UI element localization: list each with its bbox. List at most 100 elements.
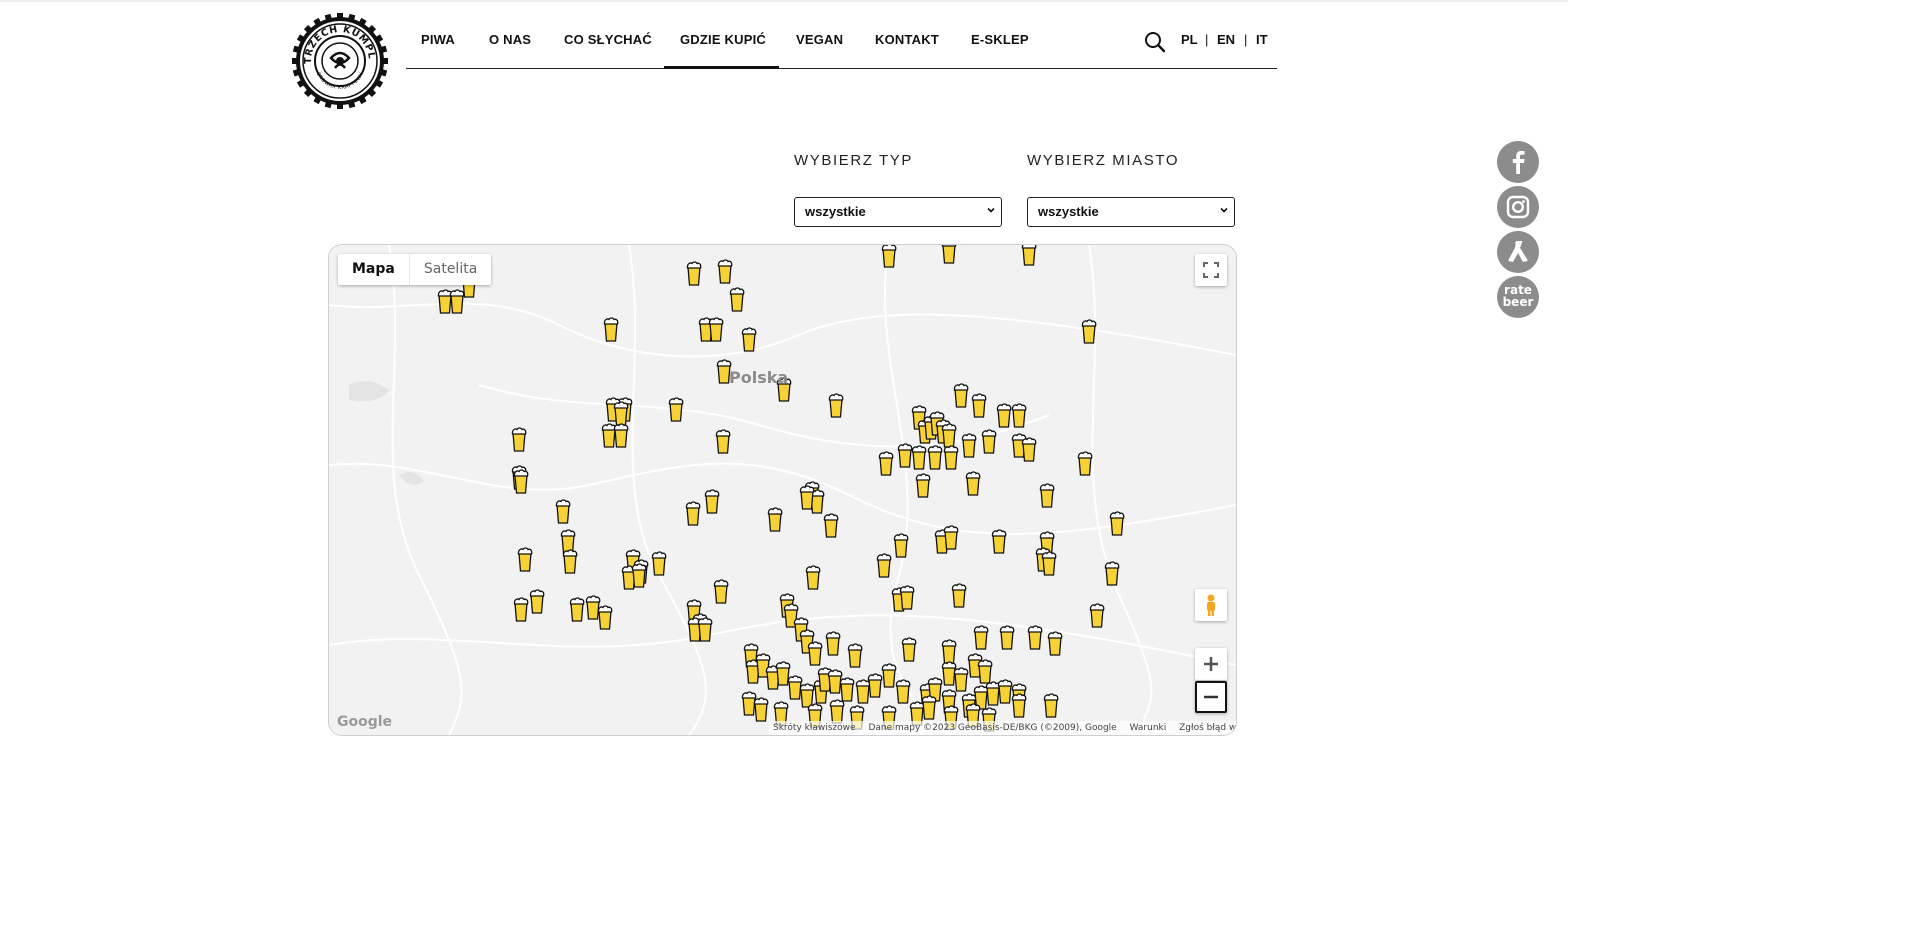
- nav-item-kontakt[interactable]: KONTAKT: [875, 32, 939, 47]
- type-select[interactable]: wszystkie: [794, 197, 1002, 227]
- beer-glass-marker[interactable]: [1043, 693, 1059, 718]
- beer-glass-marker[interactable]: [943, 445, 959, 470]
- beer-glass-marker[interactable]: [965, 471, 981, 496]
- beer-glass-marker[interactable]: [1027, 625, 1043, 650]
- beer-glass-marker[interactable]: [951, 583, 967, 608]
- zoom-out-button[interactable]: [1195, 681, 1227, 713]
- beer-glass-marker[interactable]: [668, 397, 684, 422]
- beer-glass-marker[interactable]: [927, 445, 943, 470]
- brewery-logo[interactable]: TRZECH KUMPLI BROWAR KRAFTOWY: [289, 4, 389, 110]
- beer-glass-marker[interactable]: [881, 245, 897, 268]
- beer-glass-marker[interactable]: [715, 429, 731, 454]
- beer-glass-marker[interactable]: [1011, 693, 1027, 718]
- beer-glass-marker[interactable]: [799, 683, 815, 708]
- beer-glass-marker[interactable]: [991, 529, 1007, 554]
- nav-item-co-slychac[interactable]: CO SŁYCHAĆ: [564, 32, 652, 47]
- beer-glass-marker[interactable]: [901, 637, 917, 662]
- beer-glass-marker[interactable]: [529, 589, 545, 614]
- ratebeer-link[interactable]: rate beer: [1497, 276, 1539, 318]
- untappd-link[interactable]: [1497, 231, 1539, 273]
- beer-glass-marker[interactable]: [697, 617, 713, 642]
- beer-glass-marker[interactable]: [741, 327, 757, 352]
- street-view-button[interactable]: [1195, 589, 1227, 621]
- beer-glass-marker[interactable]: [1109, 511, 1125, 536]
- beer-glass-marker[interactable]: [953, 667, 969, 692]
- beer-glass-marker[interactable]: [767, 507, 783, 532]
- beer-glass-marker[interactable]: [1081, 319, 1097, 344]
- beer-glass-marker[interactable]: [513, 469, 529, 494]
- zoom-in-button[interactable]: [1195, 648, 1227, 680]
- beer-glass-marker[interactable]: [953, 383, 969, 408]
- search-icon[interactable]: [1144, 31, 1166, 53]
- beer-glass-marker[interactable]: [1021, 437, 1037, 462]
- beer-glass-marker[interactable]: [511, 427, 527, 452]
- beer-glass-marker[interactable]: [708, 317, 724, 342]
- lang-it[interactable]: IT: [1256, 32, 1268, 47]
- beer-glass-marker[interactable]: [569, 597, 585, 622]
- nav-item-o-nas[interactable]: O NAS: [489, 32, 531, 47]
- beer-glass-marker[interactable]: [799, 485, 815, 510]
- store-map[interactable]: Mapa Satelita Polska Google Skróty klawi…: [328, 244, 1237, 736]
- nav-item-e-sklep[interactable]: E-SKLEP: [971, 32, 1029, 47]
- beer-glass-marker[interactable]: [560, 529, 576, 554]
- beer-glass-marker[interactable]: [941, 661, 957, 686]
- city-select[interactable]: wszystkie: [1027, 197, 1235, 227]
- beer-glass-marker[interactable]: [513, 597, 529, 622]
- beer-glass-marker[interactable]: [895, 679, 911, 704]
- report-error-link[interactable]: Zgłoś błąd w mapach: [1179, 723, 1236, 733]
- nav-item-vegan[interactable]: VEGAN: [796, 32, 843, 47]
- beer-glass-marker[interactable]: [603, 317, 619, 342]
- beer-glass-marker[interactable]: [704, 489, 720, 514]
- facebook-link[interactable]: [1497, 141, 1539, 183]
- map-type-satelita[interactable]: Satelita: [408, 254, 491, 285]
- beer-glass-marker[interactable]: [827, 669, 843, 694]
- beer-glass-marker[interactable]: [685, 501, 701, 526]
- beer-glass-marker[interactable]: [597, 605, 613, 630]
- beer-glass-marker[interactable]: [613, 423, 629, 448]
- keyboard-shortcuts-link[interactable]: Skróty klawiszowe: [773, 723, 856, 733]
- beer-glass-marker[interactable]: [921, 695, 937, 720]
- beer-glass-marker[interactable]: [1104, 561, 1120, 586]
- beer-glass-marker[interactable]: [562, 549, 578, 574]
- beer-glass-marker[interactable]: [741, 691, 757, 716]
- beer-glass-marker[interactable]: [876, 553, 892, 578]
- lang-en[interactable]: EN: [1217, 32, 1235, 47]
- beer-glass-marker[interactable]: [999, 625, 1015, 650]
- beer-glass-marker[interactable]: [847, 643, 863, 668]
- beer-glass-marker[interactable]: [961, 433, 977, 458]
- beer-glass-marker[interactable]: [775, 661, 791, 686]
- beer-glass-marker[interactable]: [713, 579, 729, 604]
- beer-glass-marker[interactable]: [867, 673, 883, 698]
- beer-glass-marker[interactable]: [601, 423, 617, 448]
- beer-glass-marker[interactable]: [829, 699, 845, 724]
- beer-glass-marker[interactable]: [828, 393, 844, 418]
- beer-glass-marker[interactable]: [893, 533, 909, 558]
- terms-link[interactable]: Warunki: [1130, 723, 1167, 733]
- beer-glass-marker[interactable]: [631, 563, 647, 588]
- beer-glass-marker[interactable]: [613, 401, 629, 426]
- beer-glass-marker[interactable]: [686, 261, 702, 286]
- beer-glass-marker[interactable]: [805, 565, 821, 590]
- beer-glass-marker[interactable]: [996, 403, 1012, 428]
- beer-glass-marker[interactable]: [941, 423, 957, 448]
- beer-glass-marker[interactable]: [915, 473, 931, 498]
- beer-glass-marker[interactable]: [981, 429, 997, 454]
- beer-glass-marker[interactable]: [941, 245, 957, 264]
- beer-glass-marker[interactable]: [787, 675, 803, 700]
- beer-glass-marker[interactable]: [825, 631, 841, 656]
- beer-glass-marker[interactable]: [985, 681, 1001, 706]
- beer-glass-marker[interactable]: [437, 289, 453, 314]
- beer-glass-marker[interactable]: [941, 639, 957, 664]
- beer-glass-marker[interactable]: [555, 499, 571, 524]
- beer-glass-marker[interactable]: [897, 443, 913, 468]
- beer-glass-marker[interactable]: [823, 513, 839, 538]
- instagram-link[interactable]: [1497, 186, 1539, 228]
- fullscreen-button[interactable]: [1195, 254, 1227, 286]
- beer-glass-marker[interactable]: [878, 451, 894, 476]
- beer-glass-marker[interactable]: [717, 259, 733, 284]
- beer-glass-marker[interactable]: [651, 551, 667, 576]
- beer-glass-marker[interactable]: [1089, 603, 1105, 628]
- beer-glass-marker[interactable]: [971, 393, 987, 418]
- beer-glass-marker[interactable]: [997, 679, 1013, 704]
- nav-item-gdzie-kupic[interactable]: GDZIE KUPIĆ: [680, 32, 766, 47]
